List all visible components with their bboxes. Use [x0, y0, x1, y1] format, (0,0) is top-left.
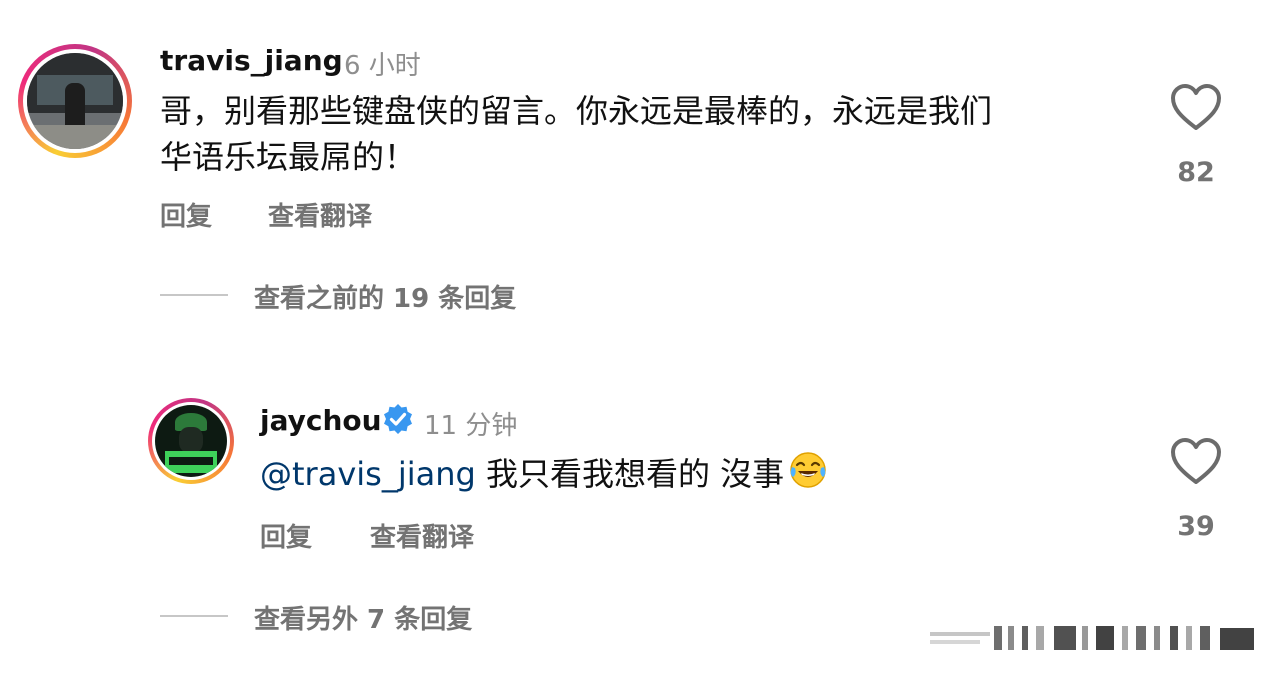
reply-text: @travis_jiang 我只看我想看的 沒事	[260, 450, 828, 502]
view-more-replies-button[interactable]: 查看另外 7 条回复	[254, 599, 472, 636]
translate-button[interactable]: 查看翻译	[370, 517, 474, 554]
replies-divider	[160, 294, 228, 296]
translate-button[interactable]: 查看翻译	[268, 196, 372, 233]
comment-text: 哥，别看那些键盘侠的留言。你永远是最棒的，永远是我们 华语乐坛最屌的！	[160, 88, 1160, 180]
view-previous-replies-button[interactable]: 查看之前的 19 条回复	[254, 278, 516, 315]
mention-link[interactable]: @travis_jiang	[260, 455, 476, 493]
avatar-jaychou[interactable]	[148, 398, 234, 484]
heart-icon[interactable]	[1170, 438, 1222, 486]
comment-username[interactable]: travis_jiang	[160, 44, 343, 77]
comment-text-line: 哥，别看那些键盘侠的留言。你永远是最棒的，永远是我们	[160, 92, 993, 130]
heart-icon[interactable]	[1170, 84, 1222, 132]
reply-timestamp: 11 分钟	[424, 411, 518, 441]
verified-badge-icon	[384, 404, 412, 434]
reply-text-body: 我只看我想看的 沒事	[475, 455, 785, 493]
replies-divider	[160, 615, 228, 617]
reply-button[interactable]: 回复	[160, 196, 212, 233]
avatar-travis-jiang[interactable]	[18, 44, 132, 158]
tears-of-joy-emoji-icon	[788, 450, 828, 502]
reply-button[interactable]: 回复	[260, 517, 312, 554]
watermark-logo	[930, 624, 1260, 654]
comment-text-line: 华语乐坛最屌的！	[160, 138, 417, 176]
like-count: 82	[1177, 157, 1215, 188]
reply-username[interactable]: jaychou	[260, 404, 382, 437]
like-count: 39	[1177, 511, 1215, 542]
comment-timestamp: 6 小时	[344, 51, 421, 81]
